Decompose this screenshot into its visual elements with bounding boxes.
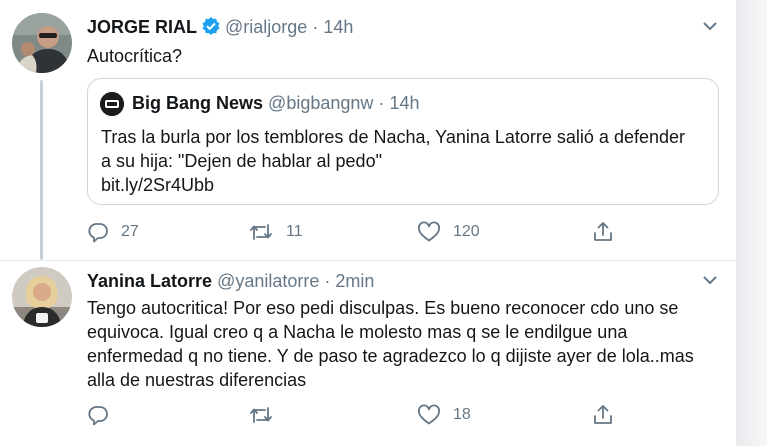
like-count: 18: [453, 406, 471, 423]
author-handle[interactable]: @rialjorge: [225, 17, 307, 37]
like-count: 120: [453, 223, 480, 240]
chevron-down-icon[interactable]: [701, 271, 719, 294]
tweet-text-line: enfermedad q no tiene. Y de paso te agra…: [87, 346, 694, 366]
quoted-tweet-header: Big Bang News @bigbangnw · 14h: [132, 92, 419, 114]
tweet-text-line: Tengo autocritica! Por eso pedi disculpa…: [87, 298, 679, 318]
like-icon: [417, 221, 441, 243]
share-icon: [591, 220, 615, 244]
reply-button[interactable]: 27: [87, 219, 139, 245]
author-name[interactable]: JORGE RIAL: [87, 17, 197, 37]
share-button[interactable]: [591, 402, 615, 428]
tweet-actions: 18: [87, 402, 627, 428]
tweet-timestamp[interactable]: 14h: [323, 17, 353, 37]
reply-icon: [87, 404, 109, 426]
thread-connector: [40, 80, 43, 260]
retweet-icon: [248, 221, 274, 243]
share-icon: [591, 403, 615, 427]
retweet-icon: [248, 404, 274, 426]
verified-badge-icon: [201, 16, 221, 41]
tweet-timestamp[interactable]: 2min: [335, 271, 374, 291]
page-edge: [736, 0, 767, 446]
tweet-header: Yanina Latorre @yanilatorre · 2min: [87, 270, 374, 292]
tweet-actions: 27 11 120: [87, 219, 627, 245]
author-name[interactable]: Yanina Latorre: [87, 271, 212, 291]
reply-count: 27: [121, 223, 139, 240]
separator-dot: ·: [312, 17, 319, 37]
avatar-big-bang-news: [100, 92, 124, 116]
quoted-tweet-text: Tras la burla por los temblores de Nacha…: [101, 125, 711, 197]
chevron-down-icon[interactable]: [701, 17, 719, 40]
tweet-text: Autocrítica?: [87, 46, 183, 66]
like-icon: [417, 404, 441, 426]
quoted-author-name: Big Bang News: [132, 93, 264, 113]
quoted-text-line: a su hija: "Dejen de hablar al pedo": [101, 151, 382, 171]
retweet-button[interactable]: 11: [248, 219, 303, 245]
quoted-author-handle: @bigbangnw: [268, 93, 374, 113]
retweet-count: 11: [286, 223, 303, 240]
share-button[interactable]: [591, 219, 615, 245]
reply-icon: [87, 221, 109, 243]
timeline: JORGE RIAL @rialjorge · 14h Autocrítica? …: [0, 0, 736, 446]
separator-dot: ·: [378, 93, 385, 113]
separator-dot: ·: [324, 271, 331, 291]
like-button[interactable]: 120: [417, 219, 480, 245]
quoted-tweet[interactable]: Big Bang News @bigbangnw · 14h Tras la b…: [87, 78, 719, 205]
quoted-timestamp: 14h: [389, 93, 420, 113]
quoted-link[interactable]: bit.ly/2Sr4Ubb: [101, 173, 711, 197]
quoted-text-line: Tras la burla por los temblores de Nacha…: [101, 127, 685, 147]
like-button[interactable]: 18: [417, 402, 471, 428]
reply-button[interactable]: [87, 402, 121, 428]
tweet-text-line: equivoca. Igual creo q a Nacha le molest…: [87, 322, 628, 342]
avatar-jorge-rial[interactable]: [12, 13, 72, 73]
tweet-text: Tengo autocritica! Por eso pedi disculpa…: [87, 296, 727, 392]
tweet-divider: [0, 260, 736, 261]
author-handle[interactable]: @yanilatorre: [217, 271, 319, 291]
avatar-yanina-latorre[interactable]: [12, 267, 72, 327]
retweet-button[interactable]: [248, 402, 286, 428]
tweet-header: JORGE RIAL @rialjorge · 14h: [87, 16, 353, 41]
tweet-text-line: alla de nuestras diferencias: [87, 370, 307, 390]
